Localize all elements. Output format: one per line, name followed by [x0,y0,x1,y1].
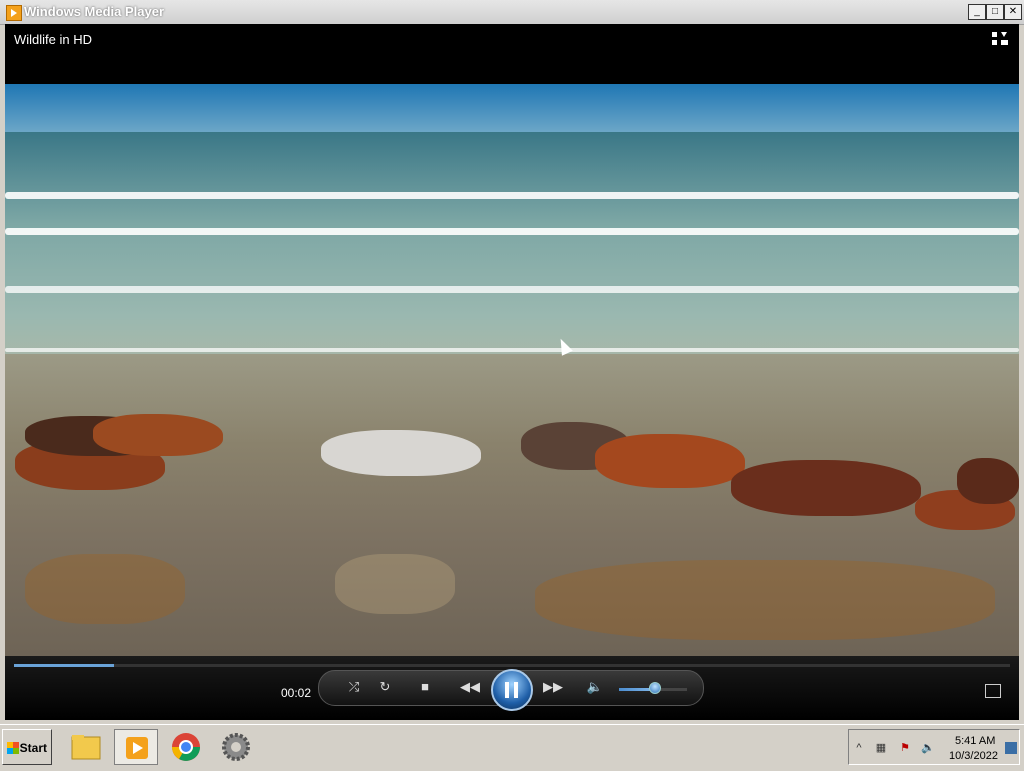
fullscreen-icon[interactable] [985,684,1001,698]
wave [5,348,1019,352]
clock-time[interactable]: 5:41 AM [955,735,995,747]
volume-icon[interactable]: 🔈 [921,742,935,754]
elapsed-time: 00:02 [281,686,312,700]
network-icon[interactable]: ▦ [875,742,887,754]
shuffle-icon[interactable]: ⤮ [345,680,363,694]
volume-slider-thumb[interactable] [649,682,661,694]
wave [5,228,1019,235]
action-center-icon[interactable]: ⚑ [899,742,911,754]
windows-logo-icon [7,742,19,754]
wave [5,192,1019,199]
pause-icon [505,682,509,698]
horse-reflection [335,554,455,614]
horse [321,430,481,476]
pause-icon [514,682,518,698]
start-button[interactable]: Start [2,729,52,765]
pause-button[interactable] [491,669,533,711]
horse-reflection [25,554,185,624]
close-button[interactable]: ✕ [1004,4,1022,20]
horse [731,460,921,516]
video-sky [5,84,1019,134]
now-playing-header: Wildlife in HD [5,24,1019,84]
horse-reflection [535,560,995,640]
seek-progress [14,664,114,667]
playback-controls: 00:02 ⤮ ↻ ■ ◀◀ ▶▶ 🔈 [5,656,1019,720]
media-player-window: Windows Media Player _ □ ✕ Wildlife in H… [0,0,1024,724]
title-bar[interactable]: Windows Media Player _ □ ✕ [0,0,1024,25]
next-icon[interactable]: ▶▶ [540,680,566,694]
minimize-button[interactable]: _ [968,4,986,20]
clock-date[interactable]: 10/3/2022 [949,750,998,762]
taskbar: Start ^ ▦ ⚑ 🔈 5:41 AM 10/3/2022 [0,724,1024,769]
start-label: Start [19,741,47,755]
repeat-icon[interactable]: ↻ [376,680,394,694]
maximize-button[interactable]: □ [986,4,1004,20]
video-sea [5,132,1019,362]
system-tray: ^ ▦ ⚑ 🔈 5:41 AM 10/3/2022 [848,729,1020,765]
media-player-app-icon [6,5,22,21]
horse [957,458,1019,504]
wave [5,286,1019,293]
horse [595,434,745,488]
media-title: Wildlife in HD [14,32,93,47]
stop-icon[interactable]: ■ [416,680,434,694]
video-frame[interactable] [5,84,1019,656]
horse [93,414,223,456]
previous-icon[interactable]: ◀◀ [457,680,483,694]
now-playing-area: Wildlife in HD 00:02 ⤮ ↻ ■ ◀◀ ▶▶ 🔈 [5,24,1019,720]
show-desktop-button[interactable] [1005,742,1017,754]
window-title: Windows Media Player [24,4,165,19]
chrome-icon[interactable] [164,729,208,765]
file-explorer-icon[interactable] [64,729,108,765]
settings-icon[interactable] [214,729,258,765]
show-hidden-icons-button[interactable]: ^ [853,742,865,754]
switch-to-library-icon[interactable] [991,31,1009,47]
seek-bar[interactable] [14,664,1010,667]
speaker-icon[interactable]: 🔈 [586,680,604,694]
windows-media-player-icon[interactable] [114,729,158,765]
